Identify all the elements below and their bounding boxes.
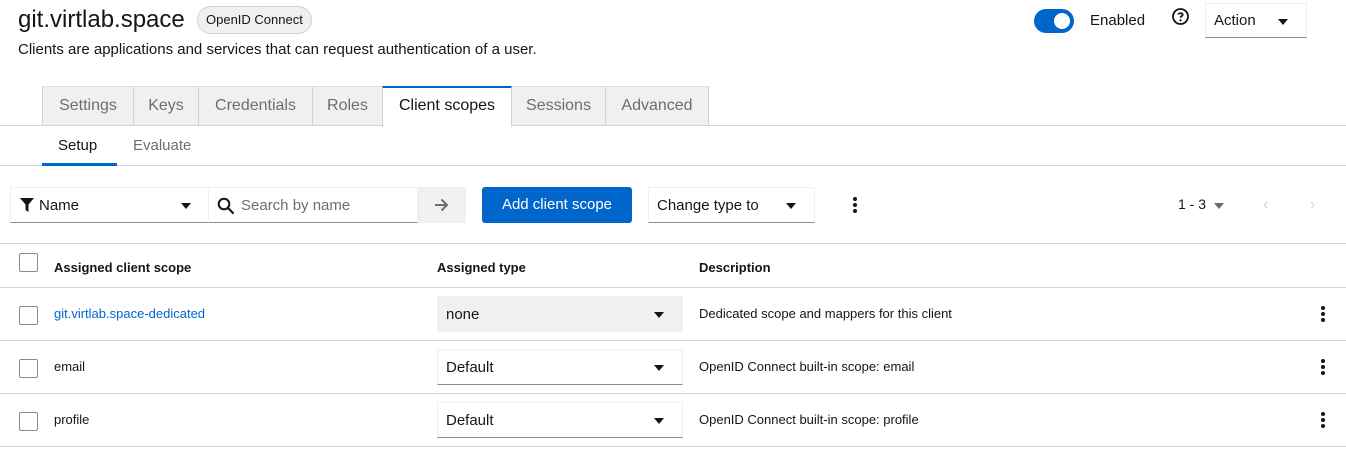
change-type-dropdown[interactable]: Change type to — [648, 187, 815, 223]
subtab-bar: Setup Evaluate — [0, 126, 1346, 166]
tab-keys[interactable]: Keys — [134, 86, 199, 125]
active-subtab-indicator — [42, 163, 117, 166]
search-submit-button[interactable] — [418, 187, 466, 223]
assigned-type-select[interactable]: Default — [437, 402, 683, 438]
arrow-right-icon — [435, 198, 449, 212]
client-scope-link[interactable]: git.virtlab.space-dedicated — [54, 306, 205, 321]
client-scope-name: email — [54, 359, 86, 374]
assigned-type-select: none — [437, 296, 683, 332]
search-box — [209, 187, 418, 223]
search-icon — [217, 197, 234, 214]
row-divider — [0, 393, 1346, 394]
enabled-toggle[interactable] — [1034, 9, 1074, 33]
column-header-description: Description — [699, 260, 771, 275]
change-type-label: Change type to — [657, 197, 759, 214]
subtab-evaluate[interactable]: Evaluate — [133, 137, 191, 154]
caret-down-icon — [654, 365, 664, 371]
toggle-knob — [1054, 13, 1070, 29]
assigned-type-value: none — [446, 306, 480, 323]
tab-client-scopes[interactable]: Client scopes — [382, 86, 512, 127]
row-checkbox[interactable] — [19, 412, 38, 431]
caret-down-icon — [1278, 19, 1288, 25]
row-divider — [0, 340, 1346, 341]
scope-description: OpenID Connect built-in scope: profile — [699, 412, 919, 427]
filter-icon — [20, 198, 34, 212]
search-input[interactable] — [241, 188, 411, 222]
filter-attribute-label: Name — [39, 197, 80, 214]
scope-description: Dedicated scope and mappers for this cli… — [699, 306, 952, 321]
client-scope-name: profile — [54, 412, 90, 427]
previous-page-icon[interactable]: ‹ — [1263, 196, 1268, 214]
pagination-caret-icon[interactable] — [1214, 203, 1224, 209]
protocol-badge: OpenID Connect — [197, 6, 312, 34]
enabled-label: Enabled — [1090, 12, 1146, 29]
tab-advanced[interactable]: Advanced — [606, 86, 709, 125]
row-kebab-icon[interactable] — [1321, 306, 1325, 324]
help-icon[interactable] — [1172, 8, 1189, 25]
page-title: git.virtlab.space — [18, 6, 185, 33]
tab-settings[interactable]: Settings — [42, 86, 134, 125]
tab-credentials[interactable]: Credentials — [199, 86, 313, 125]
caret-down-icon — [181, 203, 191, 209]
next-page-icon[interactable]: › — [1310, 196, 1315, 214]
page-subtitle: Clients are applications and services th… — [18, 41, 537, 58]
column-header-type[interactable]: Assigned type — [437, 260, 526, 275]
action-dropdown[interactable]: Action — [1205, 3, 1307, 38]
row-checkbox[interactable] — [19, 306, 38, 325]
column-header-scope[interactable]: Assigned client scope — [54, 260, 191, 275]
subtab-setup[interactable]: Setup — [58, 137, 97, 154]
assigned-type-value: Default — [446, 359, 494, 376]
row-divider — [0, 287, 1346, 288]
filter-attribute-select[interactable]: Name — [10, 187, 209, 223]
caret-down-icon — [654, 418, 664, 424]
tab-bar: Settings Keys Credentials Roles Client s… — [0, 86, 1346, 127]
add-client-scope-button[interactable]: Add client scope — [482, 187, 632, 223]
select-all-checkbox[interactable] — [19, 253, 38, 272]
assigned-type-value: Default — [446, 412, 494, 429]
row-divider — [0, 446, 1346, 447]
caret-down-icon — [786, 203, 796, 209]
assigned-type-select[interactable]: Default — [437, 349, 683, 385]
row-kebab-icon[interactable] — [1321, 412, 1325, 430]
pagination-range[interactable]: 1 - 3 — [1178, 196, 1206, 212]
row-checkbox[interactable] — [19, 359, 38, 378]
table-top-border — [0, 243, 1346, 244]
action-dropdown-label: Action — [1214, 12, 1256, 29]
caret-down-icon — [654, 312, 664, 318]
scope-description: OpenID Connect built-in scope: email — [699, 359, 915, 374]
tab-roles[interactable]: Roles — [313, 86, 383, 125]
row-kebab-icon[interactable] — [1321, 359, 1325, 377]
tab-sessions[interactable]: Sessions — [512, 86, 606, 125]
toolbar-kebab-icon[interactable] — [853, 197, 857, 215]
